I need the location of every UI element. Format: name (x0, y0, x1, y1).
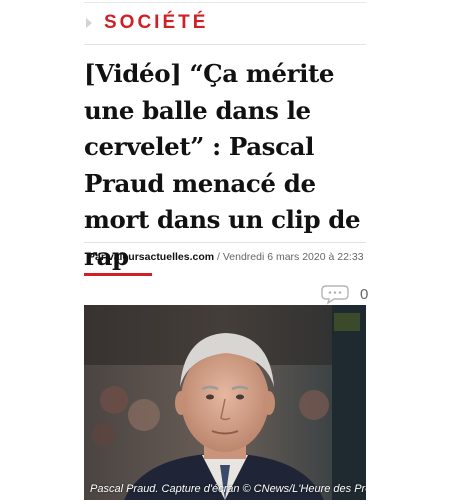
divider (84, 242, 366, 243)
comments-button[interactable]: 0 (320, 283, 368, 305)
chevron-right-icon (86, 18, 92, 28)
article-photo (84, 305, 366, 500)
author-link[interactable]: valeursactuelles.com (108, 251, 214, 263)
comment-bubble-icon (321, 285, 349, 305)
section-label[interactable]: SOCIÉTÉ (104, 12, 208, 34)
image-caption: Pascal Praud. Capture d'écran © CNews/L'… (90, 483, 366, 495)
byline: Par valeursactuelles.com / Vendredi 6 ma… (88, 251, 364, 263)
section-header[interactable]: SOCIÉTÉ (84, 12, 208, 34)
article-image[interactable]: Pascal Praud. Capture d'écran © CNews/L'… (84, 305, 366, 500)
accent-bar (84, 273, 152, 276)
publish-date: / Vendredi 6 mars 2020 à 22:33 (214, 251, 364, 263)
comment-count: 0 (360, 285, 369, 303)
top-divider (84, 2, 366, 3)
byline-prefix: Par (88, 251, 105, 263)
divider (84, 44, 366, 45)
